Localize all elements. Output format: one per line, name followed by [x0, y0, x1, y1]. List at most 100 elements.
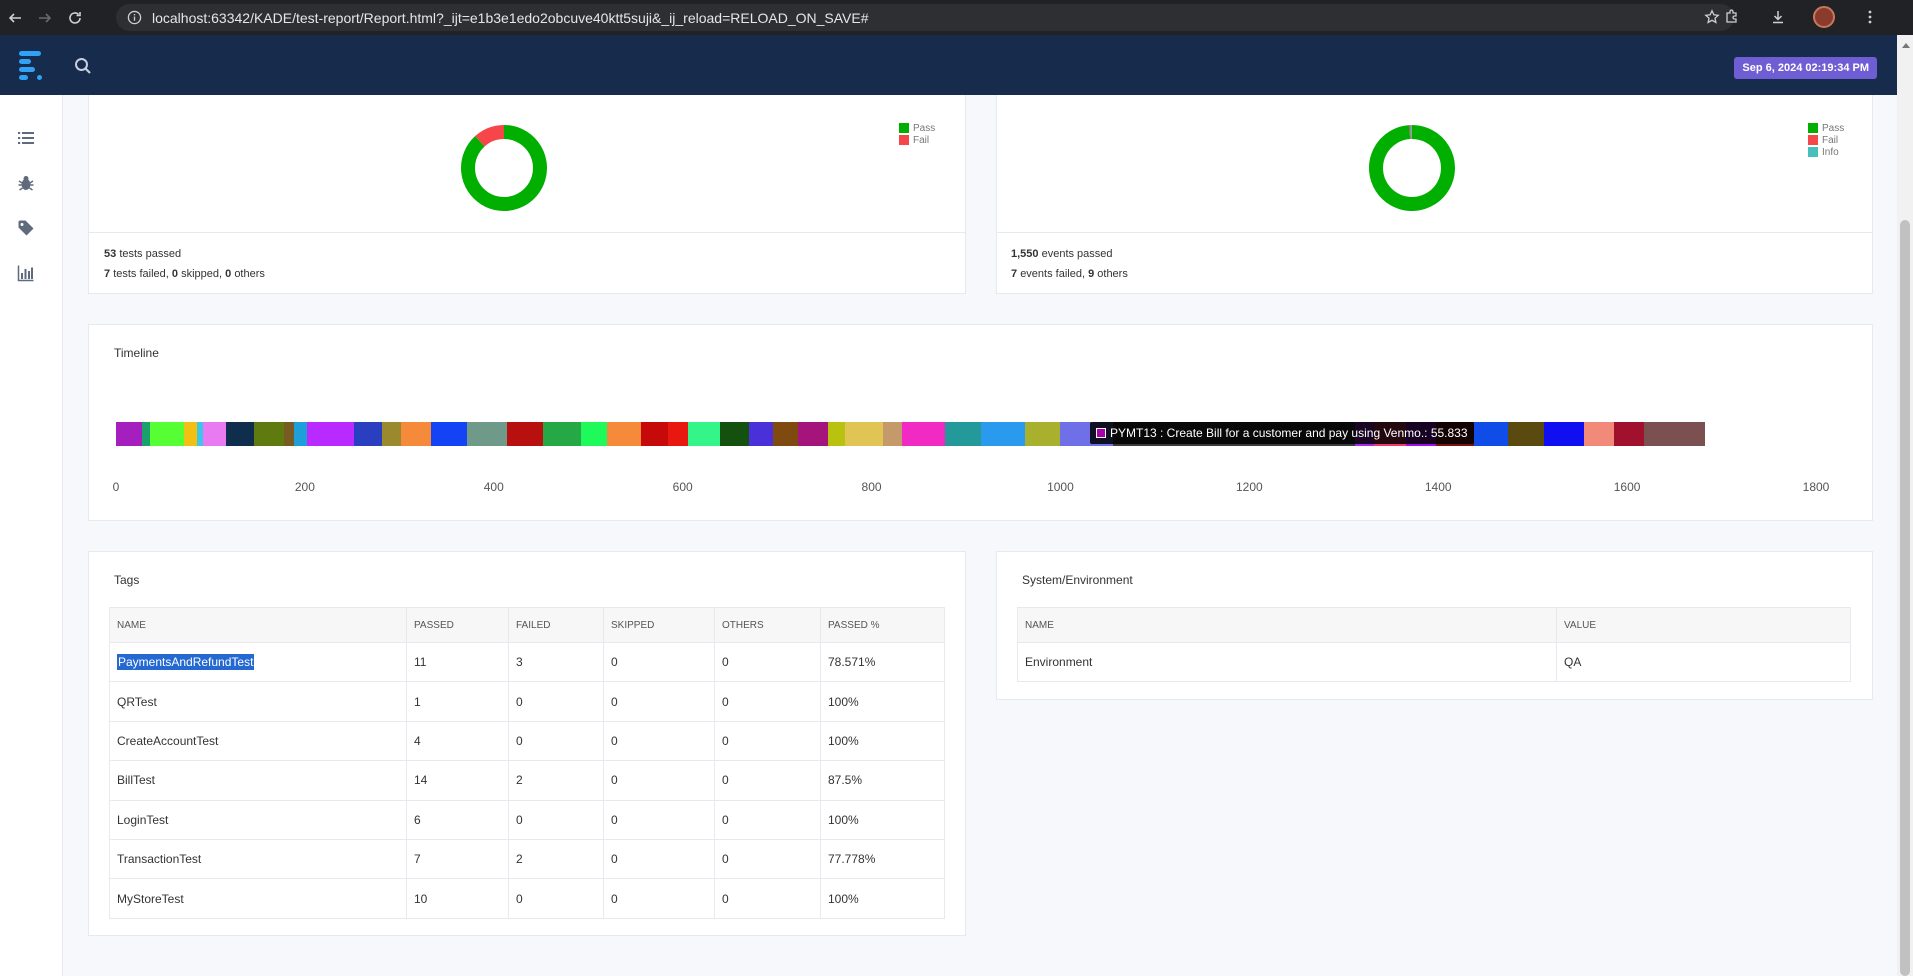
timeline-segment[interactable] [1544, 422, 1584, 446]
donut-slice-fail[interactable] [475, 125, 505, 147]
tag-name-cell[interactable]: LoginTest [109, 799, 407, 840]
url-text[interactable]: localhost:63342/KADE/test-report/Report.… [152, 10, 869, 26]
timeline-segment[interactable] [1613, 422, 1645, 446]
timeline-segment[interactable] [1508, 422, 1544, 446]
table-row[interactable]: QRTest 1 0 0 0 100% [109, 681, 945, 722]
events-donut-chart [1369, 125, 1455, 211]
tag-icon[interactable] [17, 219, 35, 237]
bug-icon[interactable] [17, 174, 35, 192]
timeline-segment[interactable] [184, 422, 198, 446]
timeline-segment[interactable] [641, 422, 668, 446]
browser-toolbar: localhost:63342/KADE/test-report/Report.… [0, 0, 1913, 35]
test-list-icon[interactable] [17, 129, 35, 147]
downloads-icon[interactable] [1765, 4, 1791, 30]
page-scrollbar[interactable] [1897, 35, 1913, 976]
passed-cell: 10 [406, 878, 509, 919]
timeline-segment[interactable] [720, 422, 749, 446]
legend-swatch [1808, 147, 1818, 157]
report-timestamp-badge: Sep 6, 2024 02:19:34 PM [1734, 57, 1877, 79]
browser-actions [1719, 4, 1883, 30]
timeline-segment[interactable] [607, 422, 642, 446]
legend-pass[interactable]: Pass [899, 122, 935, 134]
timeline-segment[interactable] [797, 422, 829, 446]
timeline-segment[interactable] [142, 422, 150, 446]
events-summary-card: Pass Fail Info 1,550 events passed 7 eve… [996, 95, 1873, 294]
timeline-segment[interactable] [773, 422, 798, 446]
extensions-icon[interactable] [1719, 4, 1745, 30]
failed-count: 7 [104, 268, 111, 280]
timeline-segment[interactable] [542, 422, 581, 446]
timeline-segment[interactable] [828, 422, 846, 446]
timeline-segment[interactable] [882, 422, 902, 446]
column-header: SKIPPED [603, 607, 715, 643]
donut-slice-pass[interactable] [1369, 125, 1455, 211]
table-row[interactable]: CreateAccountTest 4 0 0 0 100% [109, 720, 945, 762]
timeline-tooltip: PYMT13 : Create Bill for a customer and … [1090, 422, 1474, 444]
tag-name-cell[interactable]: CreateAccountTest [109, 720, 407, 762]
legend-info[interactable]: Info [1808, 146, 1844, 158]
tag-name-selected[interactable]: PaymentsAndRefundTest [117, 654, 255, 671]
reload-button[interactable] [62, 5, 88, 31]
profile-avatar[interactable] [1811, 4, 1837, 30]
timeline-segment[interactable] [748, 422, 774, 446]
timeline-segment[interactable] [225, 422, 254, 446]
bookmark-star-icon[interactable] [1704, 9, 1720, 30]
failed-label: tests failed, [113, 268, 169, 280]
table-row[interactable]: PaymentsAndRefundTest 11 3 0 0 78.571% [109, 641, 945, 683]
axis-tick-label: 1600 [1613, 480, 1641, 494]
failed-cell: 0 [508, 720, 604, 762]
site-info-icon[interactable] [122, 6, 146, 30]
tag-name-cell[interactable]: QRTest [109, 681, 407, 722]
axis-tick-label: 200 [294, 480, 315, 494]
timeline-segment[interactable] [667, 422, 689, 446]
timeline-segment[interactable] [253, 422, 285, 446]
table-row[interactable]: LoginTest 6 0 0 0 100% [109, 799, 945, 840]
search-icon[interactable] [74, 57, 92, 75]
timeline-segment[interactable] [981, 422, 1025, 446]
timeline-segment[interactable] [901, 422, 946, 446]
timeline-segment[interactable] [284, 422, 294, 446]
legend-pass[interactable]: Pass [1808, 122, 1844, 134]
timeline-segment[interactable] [306, 422, 354, 446]
back-button[interactable] [2, 5, 28, 31]
timeline-segment[interactable] [1583, 422, 1614, 446]
table-row[interactable]: Environment QA [1017, 641, 1851, 683]
legend-fail[interactable]: Fail [1808, 134, 1844, 146]
tag-name-cell[interactable]: PaymentsAndRefundTest [109, 641, 407, 683]
legend-label: Pass [913, 122, 936, 134]
tag-name-cell[interactable]: BillTest [109, 760, 407, 801]
timeline-segment[interactable] [116, 422, 143, 446]
timeline-segment[interactable] [202, 422, 226, 446]
timeline-segment[interactable] [1474, 422, 1509, 446]
timeline-segment[interactable] [845, 422, 883, 446]
timeline-segment[interactable] [354, 422, 383, 446]
card-divider [89, 232, 965, 233]
scroll-thumb[interactable] [1900, 220, 1910, 976]
forward-button[interactable] [32, 5, 58, 31]
passed-percent-cell: 100% [820, 878, 945, 919]
timeline-segment[interactable] [688, 422, 721, 446]
address-bar[interactable]: localhost:63342/KADE/test-report/Report.… [116, 4, 1734, 31]
timeline-segment[interactable] [382, 422, 402, 446]
timeline-segment[interactable] [150, 422, 184, 446]
timeline-segment[interactable] [580, 422, 608, 446]
timeline-segment[interactable] [1644, 422, 1705, 446]
donut-slice-pass[interactable] [461, 125, 547, 211]
timeline-segment[interactable] [1024, 422, 1061, 446]
timeline-segment[interactable] [945, 422, 982, 446]
timeline-segment[interactable] [293, 422, 307, 446]
tag-name-cell[interactable]: TransactionTest [109, 838, 407, 880]
tag-name-cell[interactable]: MyStoreTest [109, 878, 407, 919]
timeline-title: Timeline [114, 346, 159, 360]
timeline-segment[interactable] [431, 422, 468, 446]
timeline-segment[interactable] [401, 422, 432, 446]
scroll-up-arrow[interactable] [1902, 43, 1910, 48]
timeline-segment[interactable] [467, 422, 507, 446]
dashboard-chart-icon[interactable] [17, 264, 35, 282]
legend-fail[interactable]: Fail [899, 134, 935, 146]
table-row[interactable]: TransactionTest 7 2 0 0 77.778% [109, 838, 945, 880]
timeline-segment[interactable] [507, 422, 543, 446]
table-row[interactable]: BillTest 14 2 0 0 87.5% [109, 760, 945, 801]
table-row[interactable]: MyStoreTest 10 0 0 0 100% [109, 878, 945, 919]
browser-menu-icon[interactable] [1857, 4, 1883, 30]
